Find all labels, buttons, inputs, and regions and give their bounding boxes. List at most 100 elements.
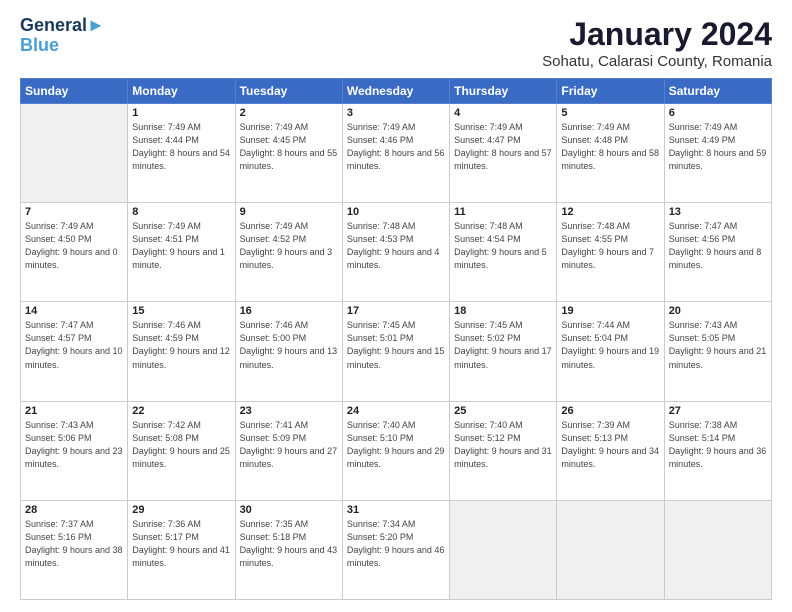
weekday-header: Wednesday [342,79,449,104]
calendar-cell: 13 Sunrise: 7:47 AMSunset: 4:56 PMDayligh… [664,203,771,302]
page: General► Blue January 2024 Sohatu, Calar… [0,0,792,612]
day-number: 31 [347,504,445,516]
calendar-cell [664,500,771,599]
calendar-cell: 12 Sunrise: 7:48 AMSunset: 4:55 PMDayligh… [557,203,664,302]
day-number: 13 [669,206,767,218]
calendar-cell: 14 Sunrise: 7:47 AMSunset: 4:57 PMDayligh… [21,302,128,401]
calendar-cell [557,500,664,599]
calendar-cell: 18 Sunrise: 7:45 AMSunset: 5:02 PMDayligh… [450,302,557,401]
weekday-header: Thursday [450,79,557,104]
logo: General► Blue [20,16,105,56]
weekday-header: Friday [557,79,664,104]
calendar-cell: 7 Sunrise: 7:49 AMSunset: 4:50 PMDaylight… [21,203,128,302]
subtitle: Sohatu, Calarasi County, Romania [542,53,772,70]
weekday-header: Monday [128,79,235,104]
day-info: Sunrise: 7:46 AMSunset: 4:59 PMDaylight:… [132,319,230,371]
day-number: 8 [132,206,230,218]
day-info: Sunrise: 7:38 AMSunset: 5:14 PMDaylight:… [669,419,767,471]
day-info: Sunrise: 7:48 AMSunset: 4:54 PMDaylight:… [454,220,552,272]
calendar-cell: 23 Sunrise: 7:41 AMSunset: 5:09 PMDayligh… [235,401,342,500]
day-info: Sunrise: 7:49 AMSunset: 4:51 PMDaylight:… [132,220,230,272]
day-number: 17 [347,305,445,317]
day-number: 10 [347,206,445,218]
day-number: 9 [240,206,338,218]
day-info: Sunrise: 7:41 AMSunset: 5:09 PMDaylight:… [240,419,338,471]
day-number: 26 [561,405,659,417]
calendar-table: SundayMondayTuesdayWednesdayThursdayFrid… [20,78,772,600]
day-number: 1 [132,107,230,119]
calendar-cell: 20 Sunrise: 7:43 AMSunset: 5:05 PMDayligh… [664,302,771,401]
day-number: 21 [25,405,123,417]
main-title: January 2024 [542,16,772,53]
day-info: Sunrise: 7:49 AMSunset: 4:50 PMDaylight:… [25,220,123,272]
day-number: 3 [347,107,445,119]
day-number: 25 [454,405,552,417]
day-number: 22 [132,405,230,417]
day-number: 7 [25,206,123,218]
day-info: Sunrise: 7:46 AMSunset: 5:00 PMDaylight:… [240,319,338,371]
calendar-cell: 28 Sunrise: 7:37 AMSunset: 5:16 PMDayligh… [21,500,128,599]
day-number: 14 [25,305,123,317]
day-info: Sunrise: 7:48 AMSunset: 4:55 PMDaylight:… [561,220,659,272]
day-info: Sunrise: 7:39 AMSunset: 5:13 PMDaylight:… [561,419,659,471]
calendar-cell: 9 Sunrise: 7:49 AMSunset: 4:52 PMDaylight… [235,203,342,302]
day-info: Sunrise: 7:49 AMSunset: 4:46 PMDaylight:… [347,121,445,173]
day-info: Sunrise: 7:49 AMSunset: 4:47 PMDaylight:… [454,121,552,173]
day-info: Sunrise: 7:49 AMSunset: 4:52 PMDaylight:… [240,220,338,272]
calendar-cell: 10 Sunrise: 7:48 AMSunset: 4:53 PMDayligh… [342,203,449,302]
calendar-cell: 29 Sunrise: 7:36 AMSunset: 5:17 PMDayligh… [128,500,235,599]
calendar-cell: 3 Sunrise: 7:49 AMSunset: 4:46 PMDaylight… [342,104,449,203]
day-info: Sunrise: 7:48 AMSunset: 4:53 PMDaylight:… [347,220,445,272]
day-number: 5 [561,107,659,119]
logo-text-blue: Blue [20,36,105,56]
calendar-cell: 19 Sunrise: 7:44 AMSunset: 5:04 PMDayligh… [557,302,664,401]
calendar-cell: 8 Sunrise: 7:49 AMSunset: 4:51 PMDaylight… [128,203,235,302]
calendar-cell: 22 Sunrise: 7:42 AMSunset: 5:08 PMDayligh… [128,401,235,500]
day-info: Sunrise: 7:36 AMSunset: 5:17 PMDaylight:… [132,518,230,570]
calendar-cell: 6 Sunrise: 7:49 AMSunset: 4:49 PMDaylight… [664,104,771,203]
calendar-cell: 17 Sunrise: 7:45 AMSunset: 5:01 PMDayligh… [342,302,449,401]
day-number: 29 [132,504,230,516]
day-info: Sunrise: 7:44 AMSunset: 5:04 PMDaylight:… [561,319,659,371]
day-info: Sunrise: 7:45 AMSunset: 5:01 PMDaylight:… [347,319,445,371]
day-info: Sunrise: 7:40 AMSunset: 5:12 PMDaylight:… [454,419,552,471]
calendar-cell: 16 Sunrise: 7:46 AMSunset: 5:00 PMDayligh… [235,302,342,401]
calendar-cell [21,104,128,203]
calendar-cell: 24Sunrise: 7:40 AMSunset: 5:10 PMDayligh… [342,401,449,500]
calendar-cell: 21Sunrise: 7:43 AMSunset: 5:06 PMDayligh… [21,401,128,500]
day-info: Sunrise: 7:47 AMSunset: 4:56 PMDaylight:… [669,220,767,272]
weekday-header: Sunday [21,79,128,104]
day-info: Sunrise: 7:34 AMSunset: 5:20 PMDaylight:… [347,518,445,570]
calendar-cell: 11Sunrise: 7:48 AMSunset: 4:54 PMDayligh… [450,203,557,302]
calendar-cell: 25 Sunrise: 7:40 AMSunset: 5:12 PMDayligh… [450,401,557,500]
day-info: Sunrise: 7:40 AMSunset: 5:10 PMDaylight:… [347,419,445,471]
calendar-cell: 26 Sunrise: 7:39 AMSunset: 5:13 PMDayligh… [557,401,664,500]
day-info: Sunrise: 7:45 AMSunset: 5:02 PMDaylight:… [454,319,552,371]
weekday-header: Saturday [664,79,771,104]
day-number: 6 [669,107,767,119]
day-number: 4 [454,107,552,119]
day-number: 12 [561,206,659,218]
day-number: 23 [240,405,338,417]
day-info: Sunrise: 7:49 AMSunset: 4:48 PMDaylight:… [561,121,659,173]
title-block: January 2024 Sohatu, Calarasi County, Ro… [542,16,772,70]
day-number: 16 [240,305,338,317]
logo-text: General► [20,16,105,36]
day-info: Sunrise: 7:47 AMSunset: 4:57 PMDaylight:… [25,319,123,371]
day-number: 27 [669,405,767,417]
day-number: 30 [240,504,338,516]
day-info: Sunrise: 7:42 AMSunset: 5:08 PMDaylight:… [132,419,230,471]
calendar-cell [450,500,557,599]
day-number: 2 [240,107,338,119]
day-number: 28 [25,504,123,516]
day-number: 19 [561,305,659,317]
day-info: Sunrise: 7:49 AMSunset: 4:49 PMDaylight:… [669,121,767,173]
calendar-cell: 1Sunrise: 7:49 AMSunset: 4:44 PMDaylight… [128,104,235,203]
day-number: 15 [132,305,230,317]
day-info: Sunrise: 7:43 AMSunset: 5:05 PMDaylight:… [669,319,767,371]
calendar-cell: 2Sunrise: 7:49 AMSunset: 4:45 PMDaylight… [235,104,342,203]
day-number: 18 [454,305,552,317]
calendar-cell: 30Sunrise: 7:35 AMSunset: 5:18 PMDayligh… [235,500,342,599]
day-number: 20 [669,305,767,317]
day-info: Sunrise: 7:37 AMSunset: 5:16 PMDaylight:… [25,518,123,570]
